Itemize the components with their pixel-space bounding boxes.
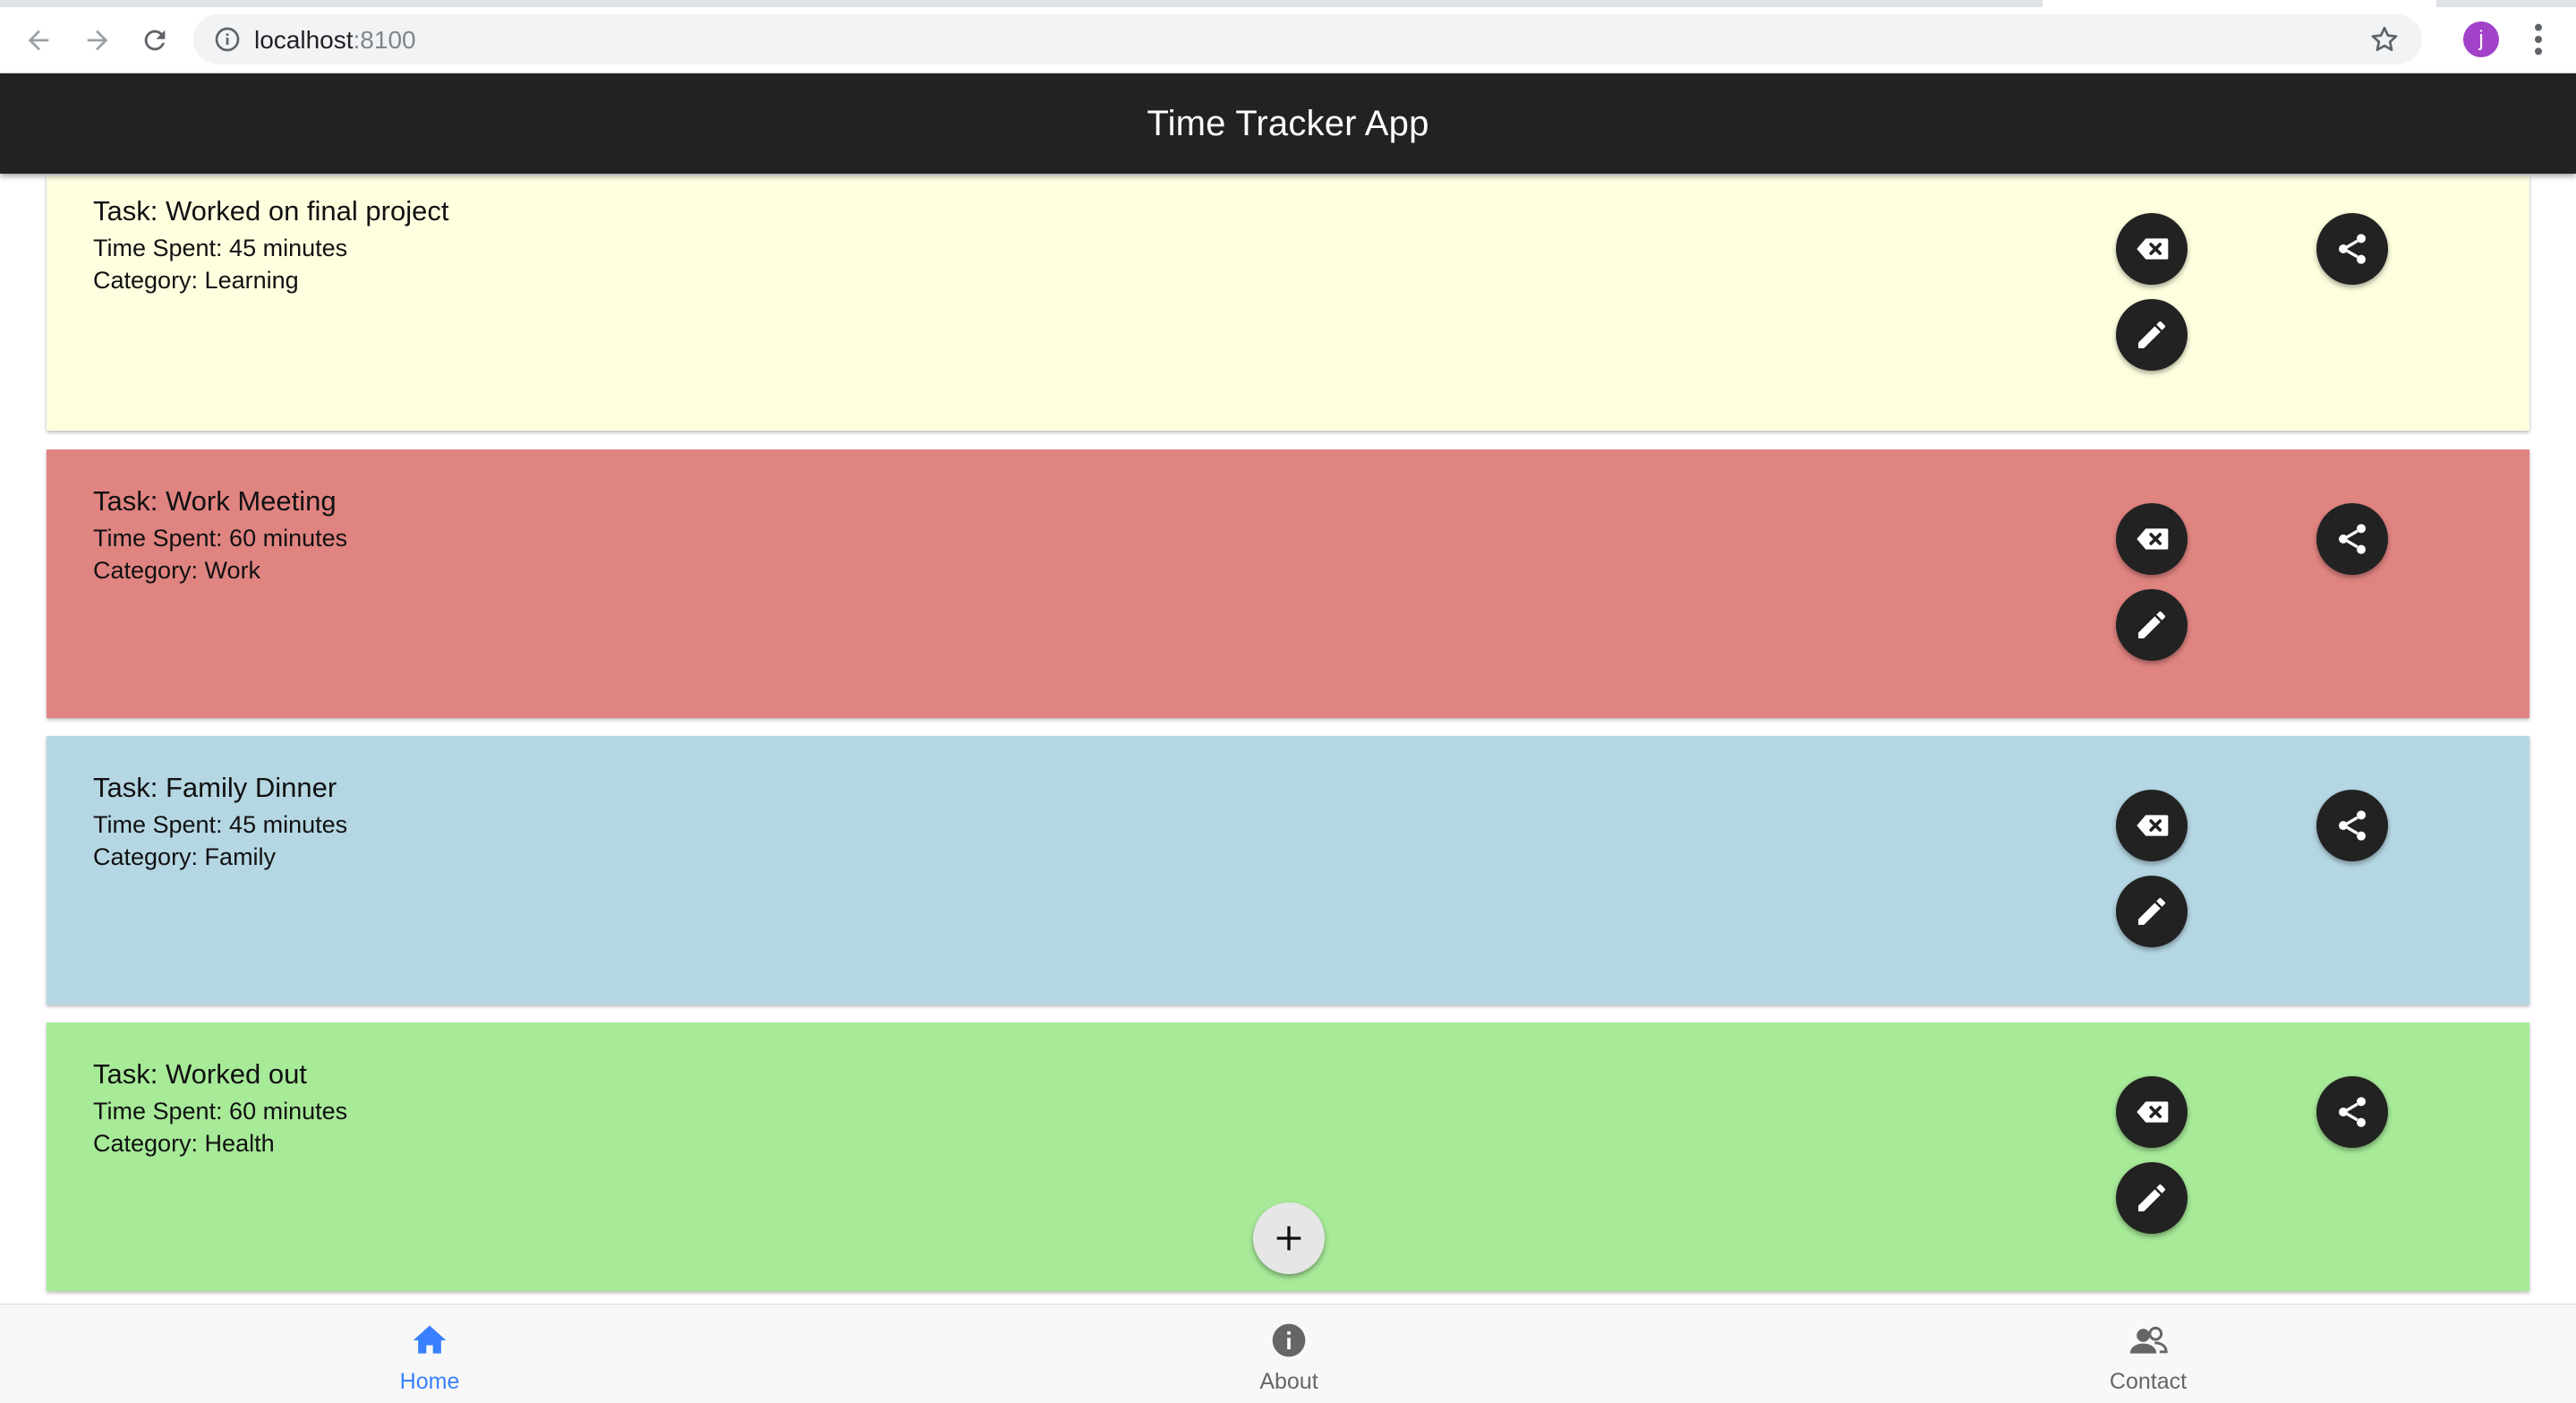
task-title: Task: Worked out [93, 1058, 307, 1090]
task-title: Task: Work Meeting [93, 485, 337, 517]
reload-button[interactable] [134, 20, 175, 61]
url-text[interactable]: localhost:8100 [254, 26, 416, 55]
task-time: Time Spent: 60 minutes [93, 525, 348, 552]
profile-avatar[interactable]: j [2463, 21, 2499, 57]
site-info-icon[interactable] [213, 25, 242, 54]
pencil-icon [2138, 611, 2166, 638]
task-card: Task: Worked on final project Time Spent:… [47, 175, 2529, 431]
share-icon [2339, 524, 2366, 554]
backspace-icon [2137, 238, 2169, 260]
delete-button[interactable] [2116, 213, 2188, 285]
share-button[interactable] [2316, 1076, 2388, 1148]
info-icon [1272, 1323, 1306, 1357]
back-button[interactable] [18, 20, 59, 61]
share-button[interactable] [2316, 213, 2388, 285]
tab-about-label: About [1259, 1369, 1318, 1394]
share-icon [2339, 234, 2366, 264]
url-host: localhost [254, 26, 354, 54]
edit-button[interactable] [2116, 299, 2188, 371]
task-title: Task: Family Dinner [93, 772, 337, 803]
pencil-icon [2138, 897, 2166, 925]
share-icon [2339, 1097, 2366, 1127]
forward-button[interactable] [77, 20, 118, 61]
tab-about[interactable]: About [1155, 1305, 1423, 1403]
bottom-tab-bar: Home About Contact [0, 1304, 2576, 1403]
people-icon [2129, 1326, 2168, 1354]
delete-button[interactable] [2116, 790, 2188, 861]
page-title: Time Tracker App [1147, 103, 1429, 143]
backspace-icon [2137, 528, 2169, 550]
edit-button[interactable] [2116, 1162, 2188, 1234]
add-task-button[interactable] [1253, 1202, 1325, 1274]
tab-home[interactable]: Home [295, 1305, 564, 1403]
app-header: Time Tracker App [0, 73, 2576, 174]
backspace-icon [2137, 815, 2169, 836]
home-icon [413, 1325, 447, 1354]
task-time: Time Spent: 60 minutes [93, 1098, 348, 1125]
browser-tabstrip [0, 0, 2576, 7]
task-category: Category: Learning [93, 267, 299, 294]
browser-chrome: localhost:8100 j [0, 0, 2576, 73]
task-time: Time Spent: 45 minutes [93, 235, 348, 261]
edit-button[interactable] [2116, 876, 2188, 947]
tab-home-label: Home [399, 1369, 460, 1394]
share-button[interactable] [2316, 790, 2388, 861]
backspace-icon [2137, 1101, 2169, 1123]
address-bar[interactable]: localhost:8100 [193, 14, 2422, 64]
arrow-left-icon [28, 30, 49, 51]
task-card: Task: Work Meeting Time Spent: 60 minutes… [47, 449, 2529, 718]
delete-button[interactable] [2116, 1076, 2188, 1148]
task-card: Task: Family Dinner Time Spent: 45 minute… [47, 736, 2529, 1005]
delete-button[interactable] [2116, 503, 2188, 575]
tab-contact-label: Contact [2109, 1369, 2188, 1394]
url-port: :8100 [353, 26, 416, 54]
reload-icon [144, 30, 166, 51]
pencil-icon [2138, 1184, 2166, 1211]
bookmark-star-icon[interactable] [2368, 23, 2401, 56]
more-vert-icon[interactable] [2524, 21, 2553, 57]
task-title: Task: Worked on final project [93, 195, 449, 227]
task-category: Category: Work [93, 557, 261, 584]
edit-button[interactable] [2116, 589, 2188, 661]
pencil-icon [2138, 321, 2166, 348]
task-time: Time Spent: 45 minutes [93, 811, 348, 838]
tab-contact[interactable]: Contact [2014, 1305, 2282, 1403]
share-button[interactable] [2316, 503, 2388, 575]
plus-icon [1276, 1226, 1301, 1251]
browser-active-tab[interactable] [2043, 0, 2436, 7]
task-category: Category: Family [93, 843, 277, 870]
arrow-right-icon [87, 30, 108, 51]
share-icon [2339, 810, 2366, 841]
task-category: Category: Health [93, 1130, 275, 1157]
